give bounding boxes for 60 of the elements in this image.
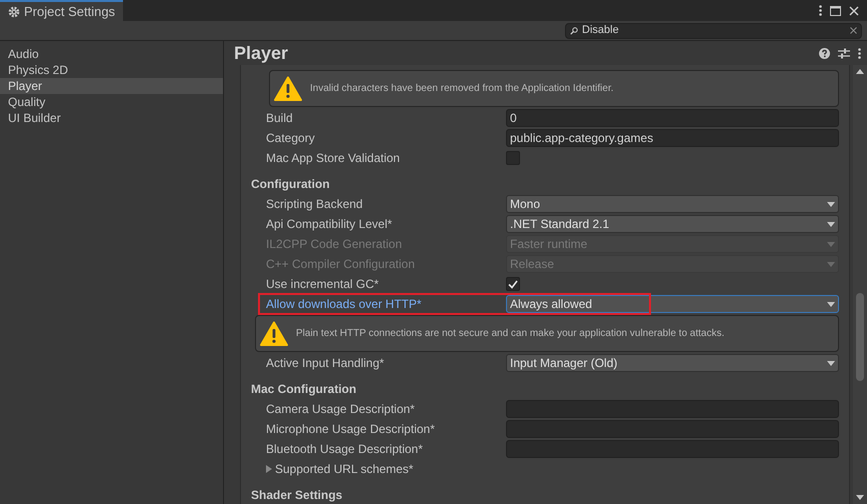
sidebar-item[interactable]: Quality: [0, 94, 223, 110]
dropdown-caret-icon: [827, 360, 835, 366]
field-label: C++ Compiler Configuration: [266, 256, 415, 273]
warning-message: Invalid characters have been removed from the Application Identifier.: [310, 82, 614, 96]
sliders-icon[interactable]: [838, 48, 850, 58]
window-title: Project Settings: [24, 2, 116, 21]
maximize-icon[interactable]: [830, 6, 841, 16]
dropdown-caret-icon: [827, 222, 835, 226]
dropdown[interactable]: .NET Standard 2.1: [506, 215, 839, 233]
text-field[interactable]: [506, 440, 839, 458]
section-header: Configuration: [251, 176, 330, 193]
dropdown-caret-icon: [827, 242, 835, 246]
window-tab[interactable]: Project Settings: [0, 0, 124, 21]
text-field[interactable]: 0: [506, 109, 839, 127]
field-label: Camera Usage Description*: [266, 401, 415, 418]
more-icon[interactable]: [858, 48, 861, 58]
dropdown[interactable]: Mono: [506, 195, 839, 213]
warning-icon: [274, 76, 302, 101]
field-label: Microphone Usage Description*: [266, 421, 435, 438]
foldout[interactable]: Supported URL schemes*: [266, 460, 414, 478]
field-label: Active Input Handling*: [266, 355, 384, 372]
field-label: Use incremental GC*: [266, 276, 379, 293]
field-label: Mac App Store Validation: [266, 150, 400, 167]
field-label: IL2CPP Code Generation: [266, 236, 402, 253]
warning-icon: [260, 321, 288, 346]
dropdown[interactable]: Always allowed: [506, 295, 839, 313]
dropdown-caret-icon: [827, 302, 835, 306]
scrollbar-thumb[interactable]: [856, 293, 864, 381]
dropdown-caret-icon: [827, 262, 835, 266]
dropdown-caret-icon: [827, 202, 835, 206]
sidebar-item[interactable]: Audio: [0, 46, 223, 62]
more-icon[interactable]: [819, 5, 822, 16]
sidebar-item[interactable]: UI Builder: [0, 110, 223, 126]
text-field[interactable]: public.app-category.games: [506, 129, 839, 147]
panel-title: Player: [234, 42, 288, 65]
close-icon[interactable]: [849, 6, 859, 16]
field-label: Bluetooth Usage Description*: [266, 441, 423, 458]
text-field[interactable]: [506, 400, 839, 418]
warning-message: Plain text HTTP connections are not secure and can make your application vulnerable to attacks.: [296, 327, 724, 341]
checkbox[interactable]: [506, 277, 520, 291]
collapsed-triangle-icon: [266, 465, 272, 473]
scroll-down-icon[interactable]: [856, 495, 864, 500]
checkbox[interactable]: [506, 151, 520, 165]
field-label: Category: [266, 130, 315, 147]
field-label: Api Compatibility Level*: [266, 216, 392, 233]
section-header: Shader Settings: [251, 487, 342, 504]
gear-icon: [8, 6, 20, 18]
dropdown[interactable]: Input Manager (Old): [506, 354, 839, 372]
text-field[interactable]: [506, 420, 839, 438]
sidebar-item[interactable]: Physics 2D: [0, 62, 223, 78]
field-label: Allow downloads over HTTP*: [266, 296, 422, 313]
section-header: Mac Configuration: [251, 381, 356, 398]
search-icon: [570, 26, 578, 34]
search-field[interactable]: Disable: [565, 22, 862, 38]
sidebar-item[interactable]: Player: [0, 78, 223, 94]
help-icon[interactable]: [819, 48, 830, 58]
field-label: Scripting Backend: [266, 196, 363, 213]
clear-icon[interactable]: [850, 27, 857, 34]
field-label: Build: [266, 110, 293, 127]
scroll-up-icon[interactable]: [856, 69, 864, 74]
